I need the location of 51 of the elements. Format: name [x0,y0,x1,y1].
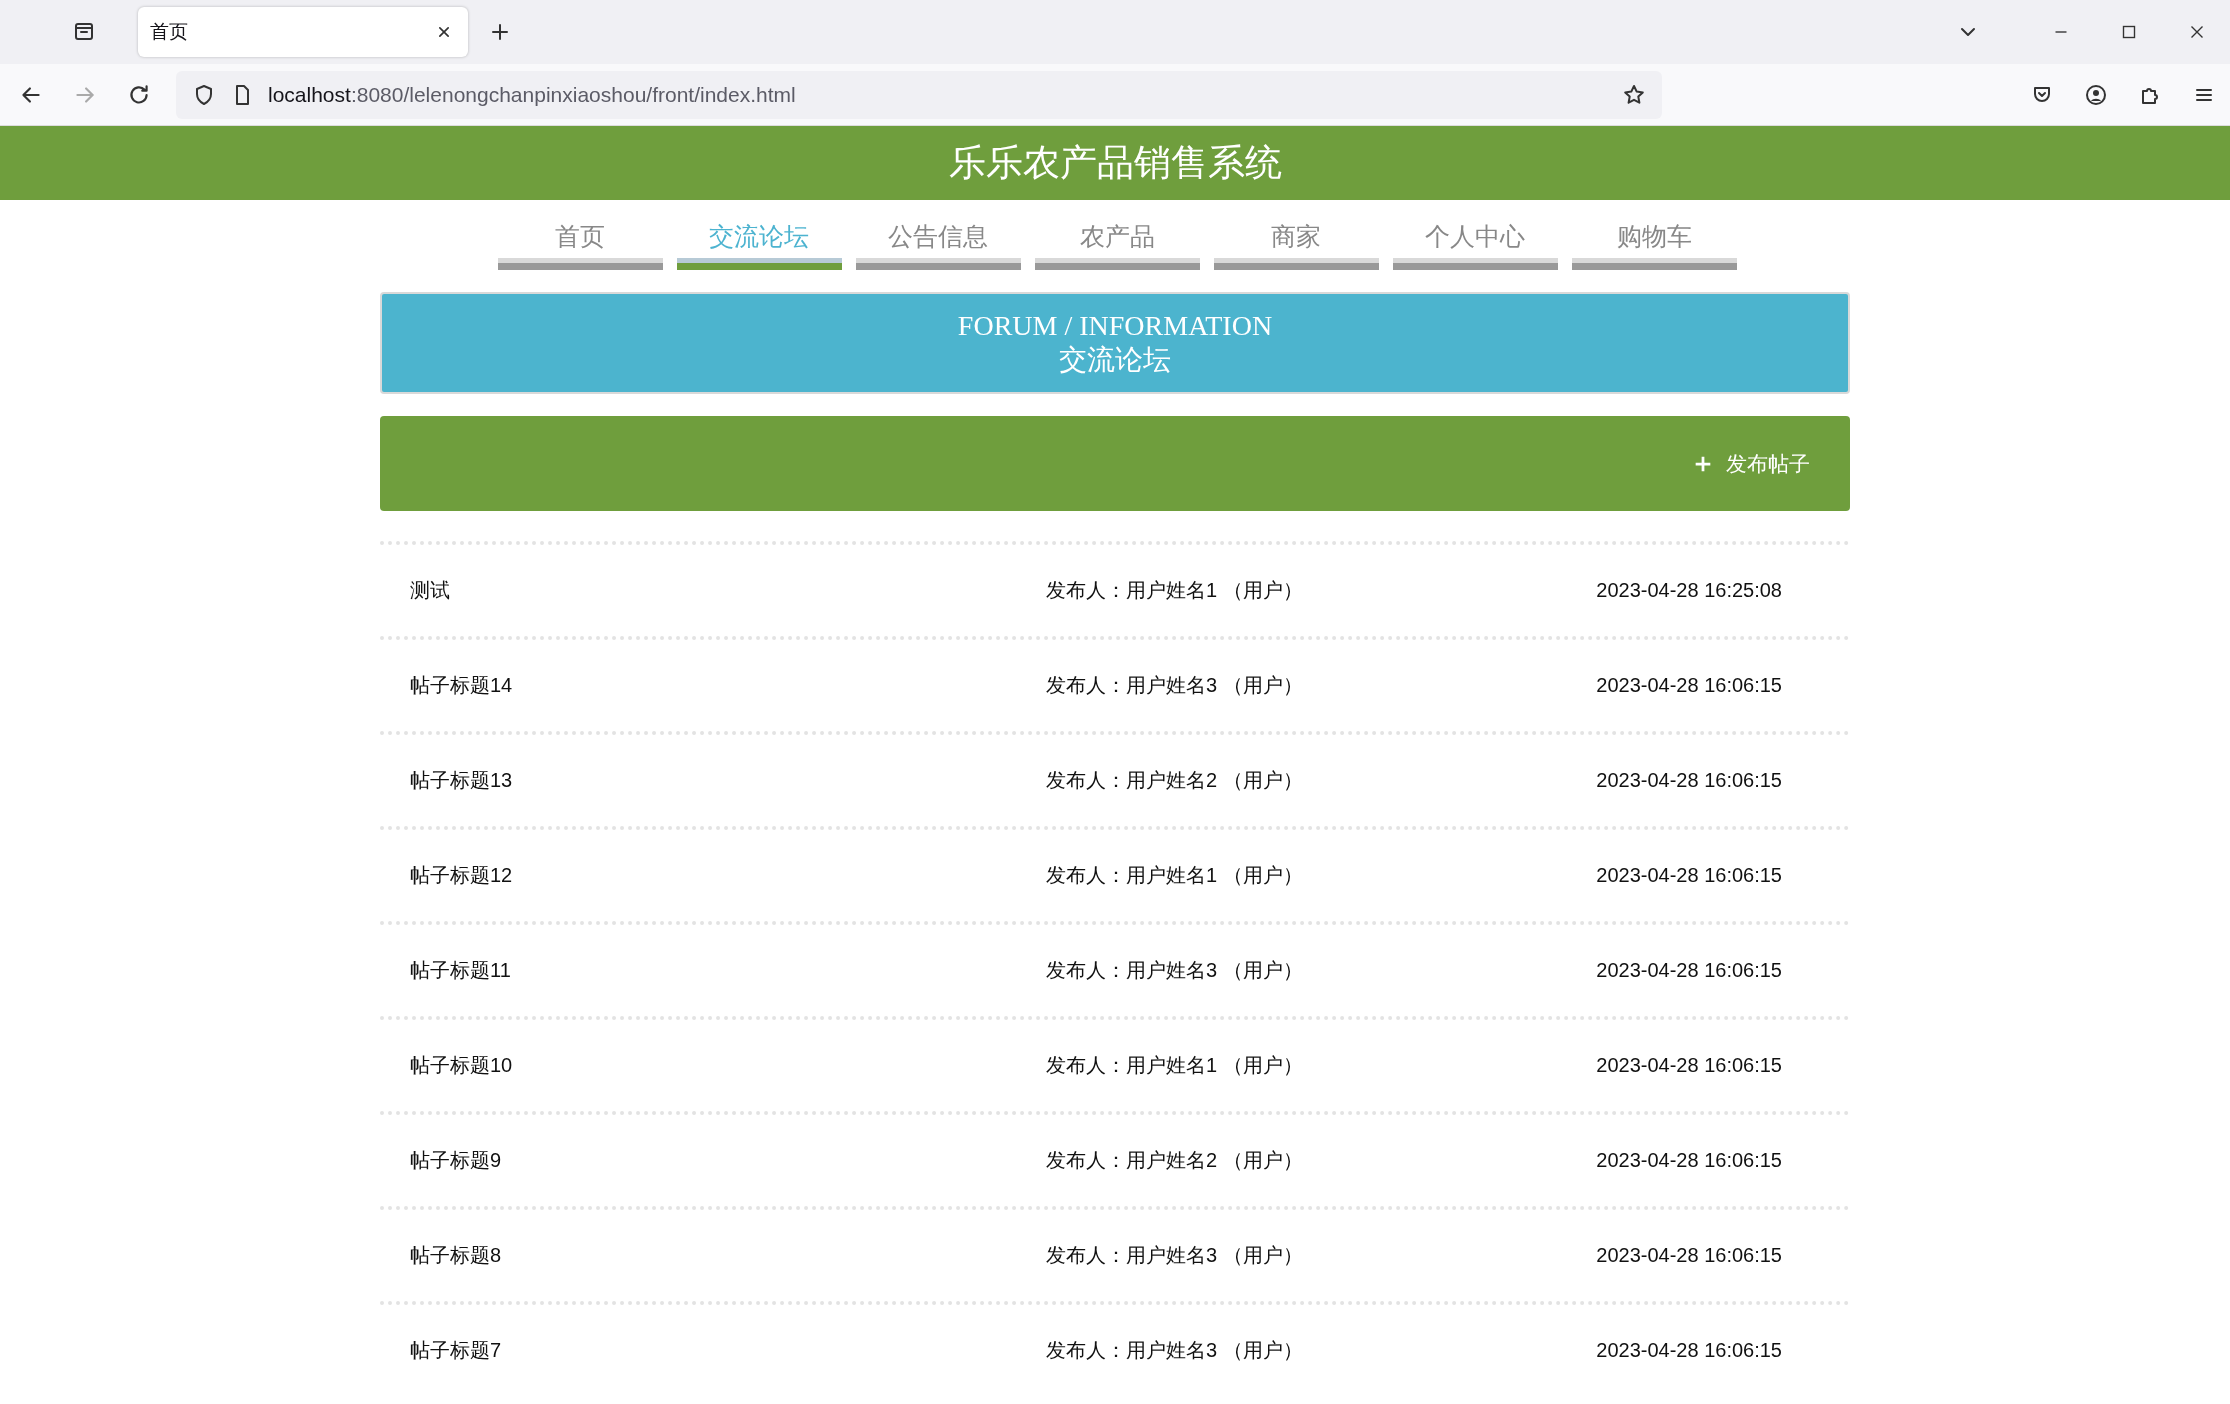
post-time: 2023-04-28 16:06:15 [1596,1054,1782,1077]
url-text: localhost:8080/lelenongchanpinxiaoshou/front/index.html [268,82,797,107]
post-time: 2023-04-28 16:06:15 [1596,674,1782,697]
nav-tab[interactable]: 农产品 [1034,218,1200,270]
post-row[interactable]: 帖子标题11 发布人：用户姓名3 （用户） 2023-04-28 16:06:15 [380,921,1850,1016]
post-row[interactable]: 帖子标题8 发布人：用户姓名3 （用户） 2023-04-28 16:06:15 [380,1206,1850,1301]
post-row[interactable]: 帖子标题14 发布人：用户姓名3 （用户） 2023-04-28 16:06:15 [380,636,1850,731]
post-time: 2023-04-28 16:06:15 [1596,864,1782,887]
post-time: 2023-04-28 16:25:08 [1596,579,1782,602]
post-title: 帖子标题8 [410,1243,503,1268]
banner-subtitle: 交流论坛 [1059,343,1171,377]
site-title: 乐乐农产品销售系统 [948,141,1282,185]
post-author: 发布人：用户姓名1 （用户） [1046,1053,1304,1078]
nav-tab[interactable]: 个人中心 [1392,218,1558,270]
post-row[interactable]: 帖子标题12 发布人：用户姓名1 （用户） 2023-04-28 16:06:15 [380,826,1850,921]
post-time: 2023-04-28 16:06:15 [1596,769,1782,792]
post-row[interactable]: 帖子标题13 发布人：用户姓名2 （用户） 2023-04-28 16:06:15 [380,731,1850,826]
browser-tab[interactable]: 首页 [138,7,468,57]
address-bar[interactable]: localhost:8080/lelenongchanpinxiaoshou/front/index.html [176,70,1662,119]
post-author: 发布人：用户姓名3 （用户） [1046,958,1304,983]
post-title: 帖子标题9 [410,1148,503,1173]
post-author: 发布人：用户姓名3 （用户） [1046,1338,1304,1363]
post-title: 帖子标题14 [410,673,514,698]
post-row[interactable]: 帖子标题9 发布人：用户姓名2 （用户） 2023-04-28 16:06:15 [380,1111,1850,1206]
nav-tab[interactable]: 商家 [1213,218,1379,270]
tab-title: 首页 [150,20,188,44]
post-title: 帖子标题7 [410,1338,503,1363]
post-row[interactable]: 帖子标题7 发布人：用户姓名3 （用户） 2023-04-28 16:06:15 [380,1301,1850,1396]
post-row[interactable]: 帖子标题10 发布人：用户姓名1 （用户） 2023-04-28 16:06:15 [380,1016,1850,1111]
post-time: 2023-04-28 16:06:15 [1596,1149,1782,1172]
banner-title: FORUM / INFORMATION [957,309,1273,343]
nav-tab[interactable]: 购物车 [1571,218,1737,270]
post-author: 发布人：用户姓名3 （用户） [1046,1243,1304,1268]
post-title: 帖子标题11 [410,958,512,983]
post-title: 帖子标题13 [410,768,514,793]
post-author: 发布人：用户姓名1 （用户） [1046,863,1304,888]
post-title: 帖子标题10 [410,1053,514,1078]
post-row[interactable]: 测试 发布人：用户姓名1 （用户） 2023-04-28 16:25:08 [380,541,1850,636]
star-icon[interactable] [1622,82,1646,107]
post-author: 发布人：用户姓名3 （用户） [1046,673,1304,698]
post-author: 发布人：用户姓名2 （用户） [1046,768,1304,793]
post-author: 发布人：用户姓名2 （用户） [1046,1148,1304,1173]
post-title: 测试 [410,578,451,603]
nav-tab[interactable]: 首页 [497,218,663,270]
post-time: 2023-04-28 16:06:15 [1596,1339,1782,1362]
post-title: 帖子标题12 [410,863,514,888]
nav-tab[interactable]: 公告信息 [855,218,1021,270]
post-time: 2023-04-28 16:06:15 [1596,1244,1782,1267]
post-author: 发布人：用户姓名1 （用户） [1046,578,1304,603]
account-icon[interactable] [2084,82,2108,107]
post-time: 2023-04-28 16:06:15 [1596,959,1782,982]
